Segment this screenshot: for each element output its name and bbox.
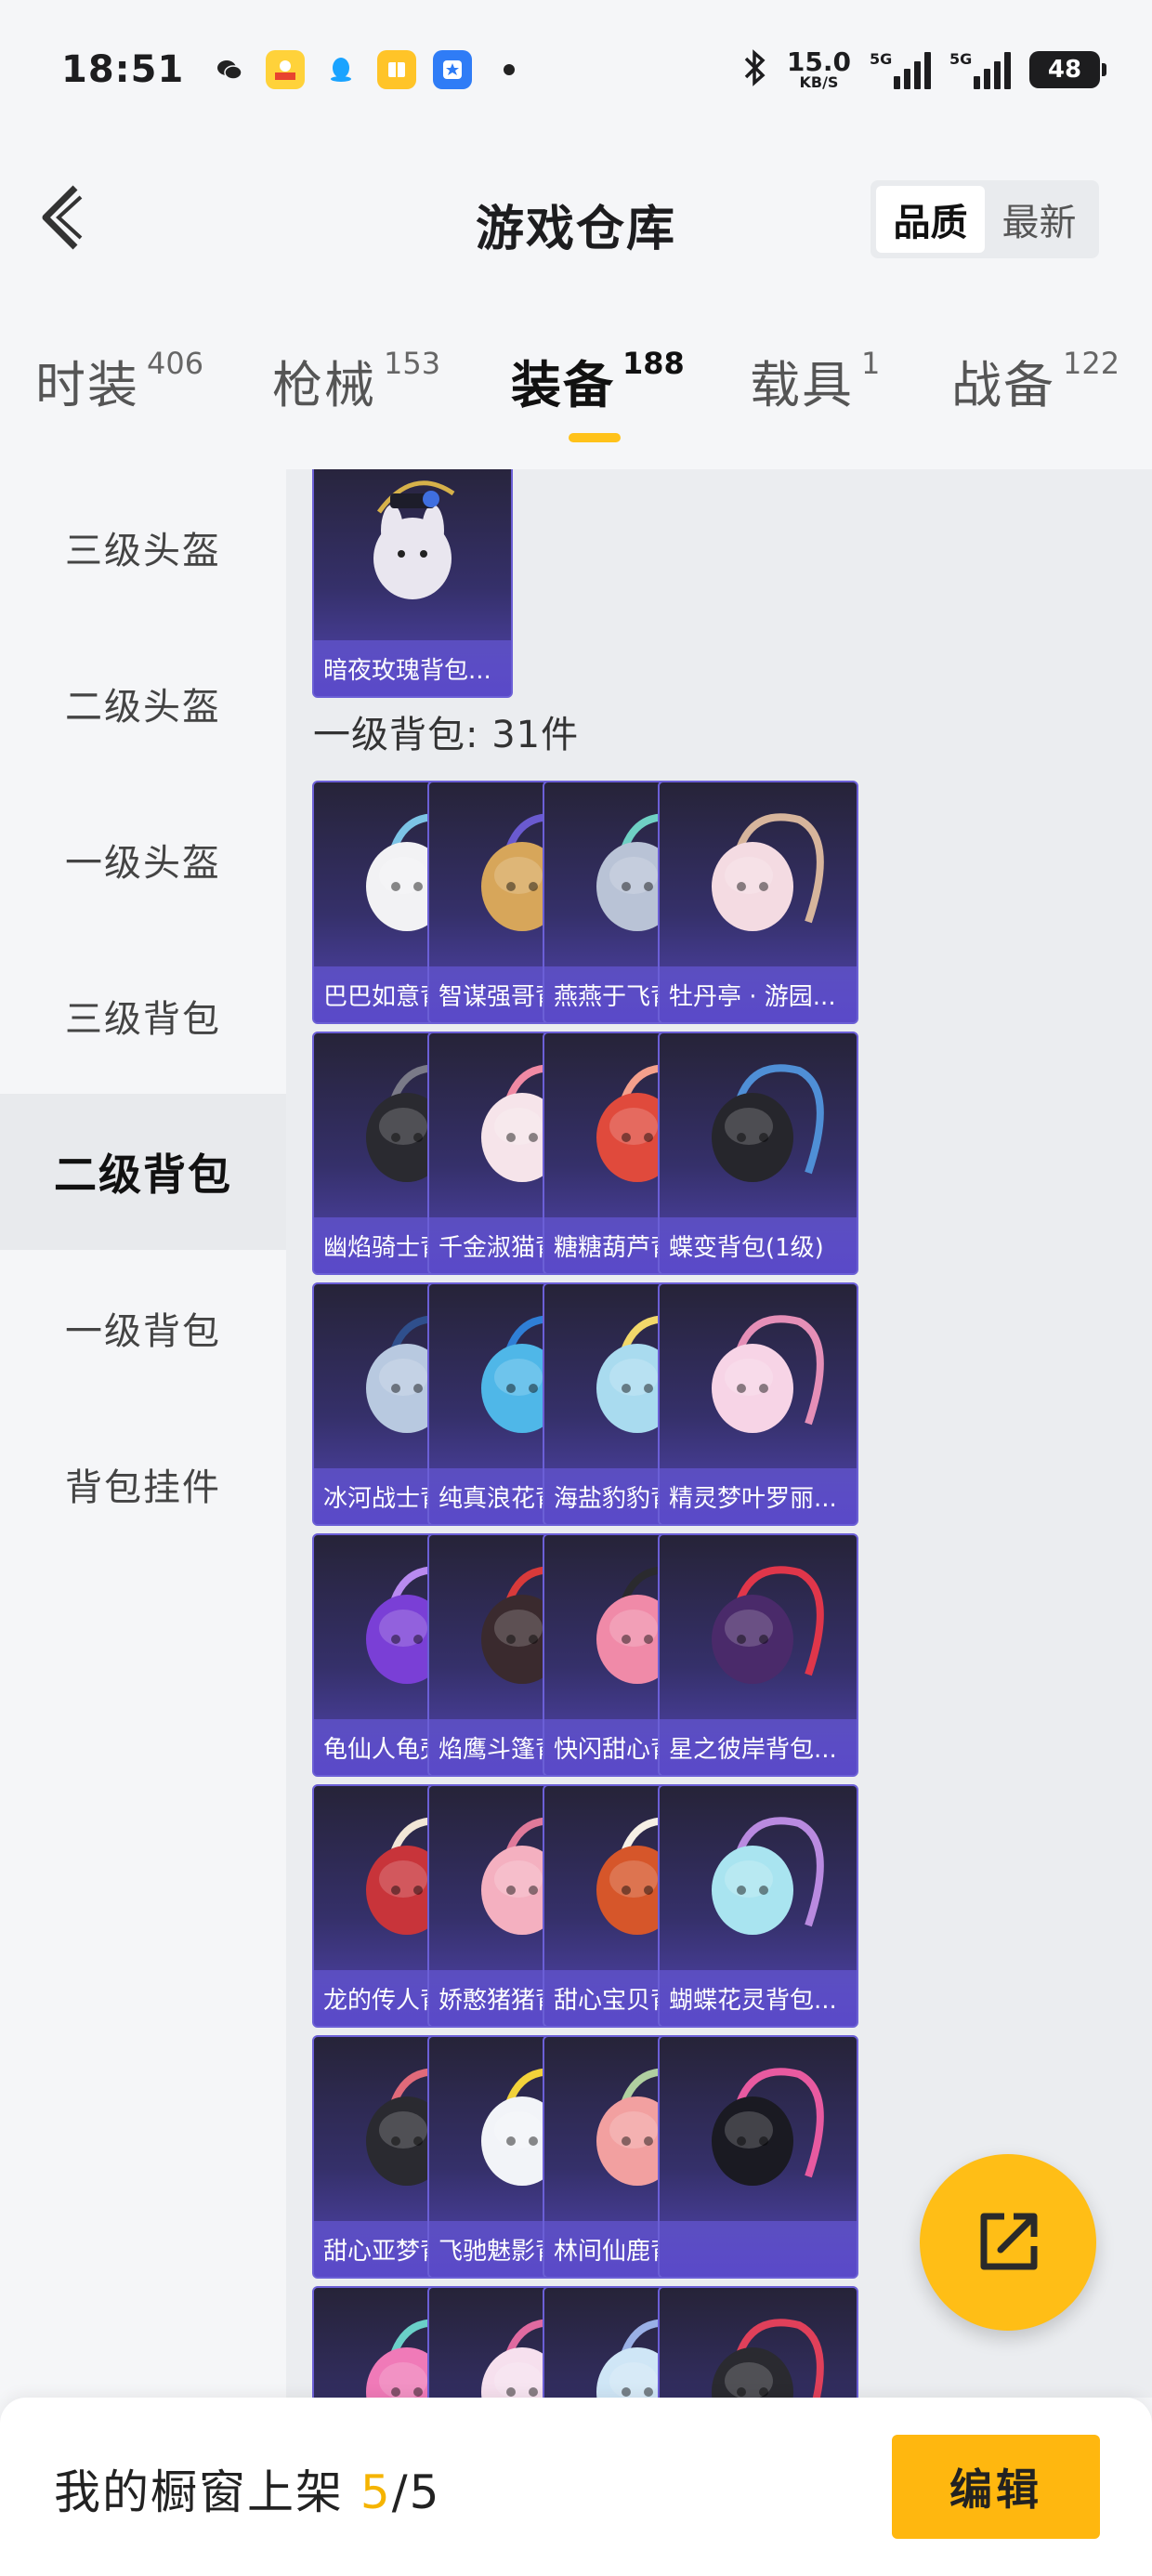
item-image (660, 1786, 857, 1968)
tab-equipment[interactable]: 装备 188 (511, 344, 685, 417)
signal-1-icon: 5G (870, 50, 931, 89)
bluetooth-icon (740, 47, 768, 92)
share-icon (980, 2213, 1038, 2270)
shelf-current-count: 5 (360, 2465, 392, 2519)
sidebar-item-level3-backpack[interactable]: 三级背包 (0, 938, 286, 1094)
sidebar-item-backpack-charm[interactable]: 背包挂件 (0, 1406, 286, 1562)
shelf-total-count: 5 (409, 2465, 441, 2519)
category-tabs: 时装 406 枪械 153 装备 188 载具 1 战备 122 (0, 344, 1152, 446)
tab-fashion[interactable]: 时装 406 (35, 344, 203, 417)
item-card[interactable]: 精灵梦叶罗丽... (658, 1282, 858, 1526)
sidebar-item-level1-helmet[interactable]: 一级头盔 (0, 782, 286, 938)
item-image (660, 1535, 857, 1717)
store-app-icon (433, 50, 473, 89)
coupon-app-icon (266, 50, 306, 89)
item-card[interactable]: 牡丹亭 · 游园... (658, 781, 858, 1024)
item-name (660, 2221, 857, 2277)
shelf-status: 我的橱窗上架 5/5 (54, 2465, 441, 2519)
item-image (314, 469, 511, 638)
sort-by-newest-button[interactable]: 最新 (985, 186, 1093, 253)
item-card[interactable]: 蝴蝶花灵背包... (658, 1784, 858, 2028)
more-notifications-icon (504, 64, 516, 75)
item-name: 蝶变背包(1级) (660, 1217, 857, 1273)
sort-toggle: 品质 最新 (871, 180, 1099, 258)
sidebar-item-level2-helmet[interactable]: 二级头盔 (0, 625, 286, 782)
item-image (660, 2288, 857, 2398)
item-image (660, 2037, 857, 2219)
active-tab-indicator (569, 433, 621, 442)
signal-2-icon: 5G (949, 50, 1011, 89)
sidebar-item-level3-helmet[interactable]: 三级头盔 (0, 469, 286, 625)
item-grid: 暗夜玫瑰背包... 一级背包: 31件 巴巴如意背包... 智谋强哥背包... 燕燕… (286, 469, 1152, 2398)
item-image (660, 782, 857, 965)
section-heading: 一级背包: 31件 (313, 714, 580, 756)
status-time: 18:51 (61, 48, 185, 91)
item-image (660, 1033, 857, 1216)
tab-vehicles[interactable]: 载具 1 (750, 344, 880, 417)
item-name: 暗夜玫瑰背包... (314, 640, 511, 696)
item-name: 星之彼岸背包... (660, 1719, 857, 1775)
item-card[interactable]: 星之彼岸背包... (658, 1533, 858, 1777)
sidebar-item-level2-backpack[interactable]: 二级背包 (0, 1094, 286, 1250)
item-name: 精灵梦叶罗丽... (660, 1468, 857, 1524)
item-image (660, 1284, 857, 1466)
share-button[interactable] (920, 2154, 1096, 2331)
notification-icons (210, 50, 516, 89)
reader-app-icon (377, 50, 417, 89)
item-name: 牡丹亭 · 游园... (660, 966, 857, 1022)
item-name: 蝴蝶花灵背包... (660, 1970, 857, 2026)
item-card[interactable]: 蝶变背包(1级) (658, 1032, 858, 1275)
sort-by-quality-button[interactable]: 品质 (876, 186, 985, 253)
header: 游戏仓库 品质 最新 (0, 139, 1152, 297)
qq-icon (321, 50, 360, 89)
bottom-bar: 我的橱窗上架 5/5 编辑 (0, 2398, 1152, 2576)
tab-supplies[interactable]: 战备 122 (951, 344, 1119, 417)
item-card[interactable] (658, 2035, 858, 2279)
wechat-icon (210, 50, 249, 89)
item-card-top[interactable]: 暗夜玫瑰背包... (312, 469, 513, 698)
sidebar-item-level1-backpack[interactable]: 一级背包 (0, 1250, 286, 1406)
tab-firearms[interactable]: 枪械 153 (272, 344, 440, 417)
network-speed: 15.0 KB/S (786, 46, 851, 91)
battery-icon: 48 (1029, 51, 1106, 88)
item-card[interactable] (658, 2286, 858, 2398)
status-bar: 18:51 15.0 KB/S 5G 5G 48 (0, 0, 1152, 139)
edit-button[interactable]: 编辑 (892, 2435, 1100, 2539)
sidebar: 三级头盔 二级头盔 一级头盔 三级背包 二级背包 一级背包 背包挂件 (0, 469, 286, 2398)
